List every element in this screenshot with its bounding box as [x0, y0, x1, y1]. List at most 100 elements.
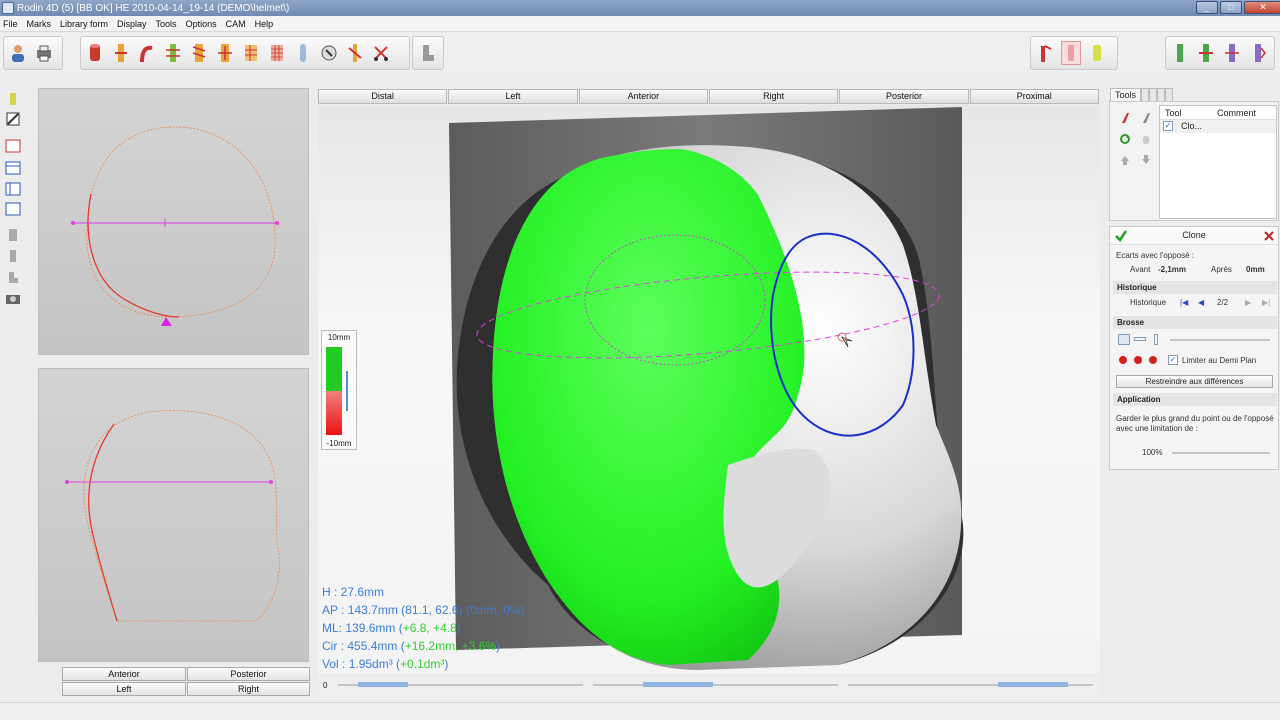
bend-icon[interactable] [137, 41, 157, 65]
percent-slider[interactable] [1172, 452, 1270, 454]
menu-marks[interactable]: Marks [24, 19, 58, 29]
limiter-label: Limiter au Demi Plan [1182, 356, 1257, 365]
height-measure: H : 27.6mm [322, 585, 385, 599]
purple-bar-icon[interactable] [1222, 41, 1242, 65]
vol-measure: Vol : 1.95dm³ (+0.1dm³) [322, 657, 449, 671]
scale-positive-bar [326, 347, 342, 391]
move-up-icon[interactable] [1119, 154, 1131, 166]
tab-proximal[interactable]: Proximal [969, 89, 1099, 104]
grey-brush-icon[interactable] [1140, 112, 1152, 124]
tab-extra-2[interactable] [1149, 88, 1158, 102]
posterior-button[interactable]: Posterior [187, 667, 310, 681]
menu-display[interactable]: Display [114, 19, 153, 29]
patient-icon[interactable] [8, 41, 28, 65]
view-split2-icon[interactable] [5, 182, 21, 196]
brush-color-icons[interactable] [1118, 355, 1162, 365]
history-first-icon[interactable]: |◀ [1180, 298, 1188, 307]
pencil-tool-icon[interactable] [5, 112, 21, 126]
maximize-button[interactable]: □ [1220, 1, 1242, 14]
grid-deform-icon[interactable] [241, 41, 261, 65]
pink-marker-icon[interactable] [1061, 41, 1081, 65]
tab-left[interactable]: Left [448, 89, 578, 104]
table-row[interactable]: ✓ Clo... [1160, 120, 1276, 133]
restreindre-button[interactable]: Restreindre aux différences [1116, 375, 1273, 388]
left-button[interactable]: Left [62, 682, 186, 696]
smooth-icon[interactable] [293, 41, 313, 65]
3d-viewport[interactable]: H : 27.6mm AP : 143.7mm (81.1, 62.6) (0m… [318, 105, 1100, 674]
right-button[interactable]: Right [187, 682, 310, 696]
yellow-marker-icon[interactable] [1087, 41, 1107, 65]
slider-zero-label: 0 [323, 681, 328, 690]
camera-icon[interactable] [5, 291, 21, 305]
purple-arrow-icon[interactable] [1248, 41, 1268, 65]
close-panel-icon[interactable] [1264, 231, 1274, 241]
brush-size-slider[interactable] [1170, 339, 1270, 341]
menu-library-form[interactable]: Library form [57, 19, 114, 29]
grey-tool-3-icon[interactable] [5, 270, 21, 284]
boot-icon[interactable] [417, 41, 437, 65]
brush-round-icon[interactable] [1118, 334, 1130, 345]
minimize-button[interactable]: _ [1196, 1, 1218, 14]
cylinder-icon[interactable] [85, 41, 105, 65]
apres-label: Après [1211, 265, 1232, 274]
slice-icon[interactable] [163, 41, 183, 65]
slider-thumb-1[interactable] [358, 682, 408, 687]
limiter-checkbox[interactable]: ✓ [1168, 355, 1178, 365]
green-red-bar-icon[interactable] [1196, 41, 1216, 65]
tab-extra-1[interactable] [1141, 88, 1150, 102]
row-checkbox[interactable]: ✓ [1163, 121, 1173, 131]
stretch-icon[interactable] [111, 41, 131, 65]
menu-file[interactable]: File [0, 19, 24, 29]
scissors-icon[interactable] [371, 41, 391, 65]
side-section-view[interactable] [38, 368, 309, 662]
historique-section[interactable]: Historique [1113, 281, 1277, 294]
view-full-icon[interactable] [5, 202, 21, 216]
anterior-button[interactable]: Anterior [62, 667, 186, 681]
scale-icon[interactable] [215, 41, 235, 65]
lattice-icon[interactable] [267, 41, 287, 65]
menu-cam[interactable]: CAM [223, 19, 252, 29]
red-brush-icon[interactable] [1119, 112, 1131, 124]
menu-tools[interactable]: Tools [153, 19, 183, 29]
print-icon[interactable] [34, 41, 54, 65]
tab-extra-3[interactable] [1157, 88, 1166, 102]
slider-thumb-3[interactable] [998, 682, 1068, 687]
brush-flat-icon[interactable] [1134, 337, 1146, 341]
history-last-icon[interactable]: ▶| [1262, 298, 1270, 307]
toolbar-group-measure [1030, 36, 1118, 70]
move-down-icon[interactable] [1140, 154, 1152, 166]
brush-vertical-icon[interactable] [1154, 334, 1158, 345]
history-next-icon[interactable]: ▶ [1245, 298, 1251, 307]
tab-extra-4[interactable] [1165, 88, 1174, 102]
timeline-slider[interactable]: 0 [318, 676, 1100, 694]
hand-icon[interactable] [1140, 133, 1152, 145]
tool-table: Tool Comment ✓ Clo... [1159, 105, 1277, 219]
tab-distal[interactable]: Distal [318, 89, 448, 104]
view-single-icon[interactable] [5, 139, 21, 153]
menu-options[interactable]: Options [183, 19, 223, 29]
application-section[interactable]: Application [1113, 393, 1277, 406]
twist-icon[interactable] [189, 41, 209, 65]
grey-tool-1-icon[interactable] [5, 228, 21, 242]
grey-tool-2-icon[interactable] [5, 249, 21, 263]
clone-hand-icon[interactable] [319, 41, 339, 65]
scale-slider[interactable] [346, 371, 348, 411]
menu-help[interactable]: Help [252, 19, 280, 29]
marker-tool-icon[interactable] [5, 92, 21, 106]
tab-right[interactable]: Right [708, 89, 839, 104]
green-bar-icon[interactable] [1170, 41, 1190, 65]
clone-panel: Clone Ecarts avec l'opposé : Avant -2,1m… [1109, 226, 1279, 470]
tab-posterior[interactable]: Posterior [839, 89, 969, 104]
top-section-view[interactable] [38, 88, 309, 355]
cut-icon[interactable] [345, 41, 365, 65]
apres-value: 0mm [1246, 265, 1265, 274]
slider-thumb-2[interactable] [643, 682, 713, 687]
red-marker-icon[interactable] [1035, 41, 1055, 65]
view-split-icon[interactable] [5, 161, 21, 175]
close-button[interactable]: ✕ [1244, 1, 1280, 14]
tab-tools[interactable]: Tools [1110, 88, 1142, 102]
tab-anterior[interactable]: Anterior [578, 89, 708, 104]
brosse-section[interactable]: Brosse [1113, 316, 1277, 329]
refresh-icon[interactable] [1119, 133, 1131, 145]
history-prev-icon[interactable]: ◀ [1198, 298, 1204, 307]
